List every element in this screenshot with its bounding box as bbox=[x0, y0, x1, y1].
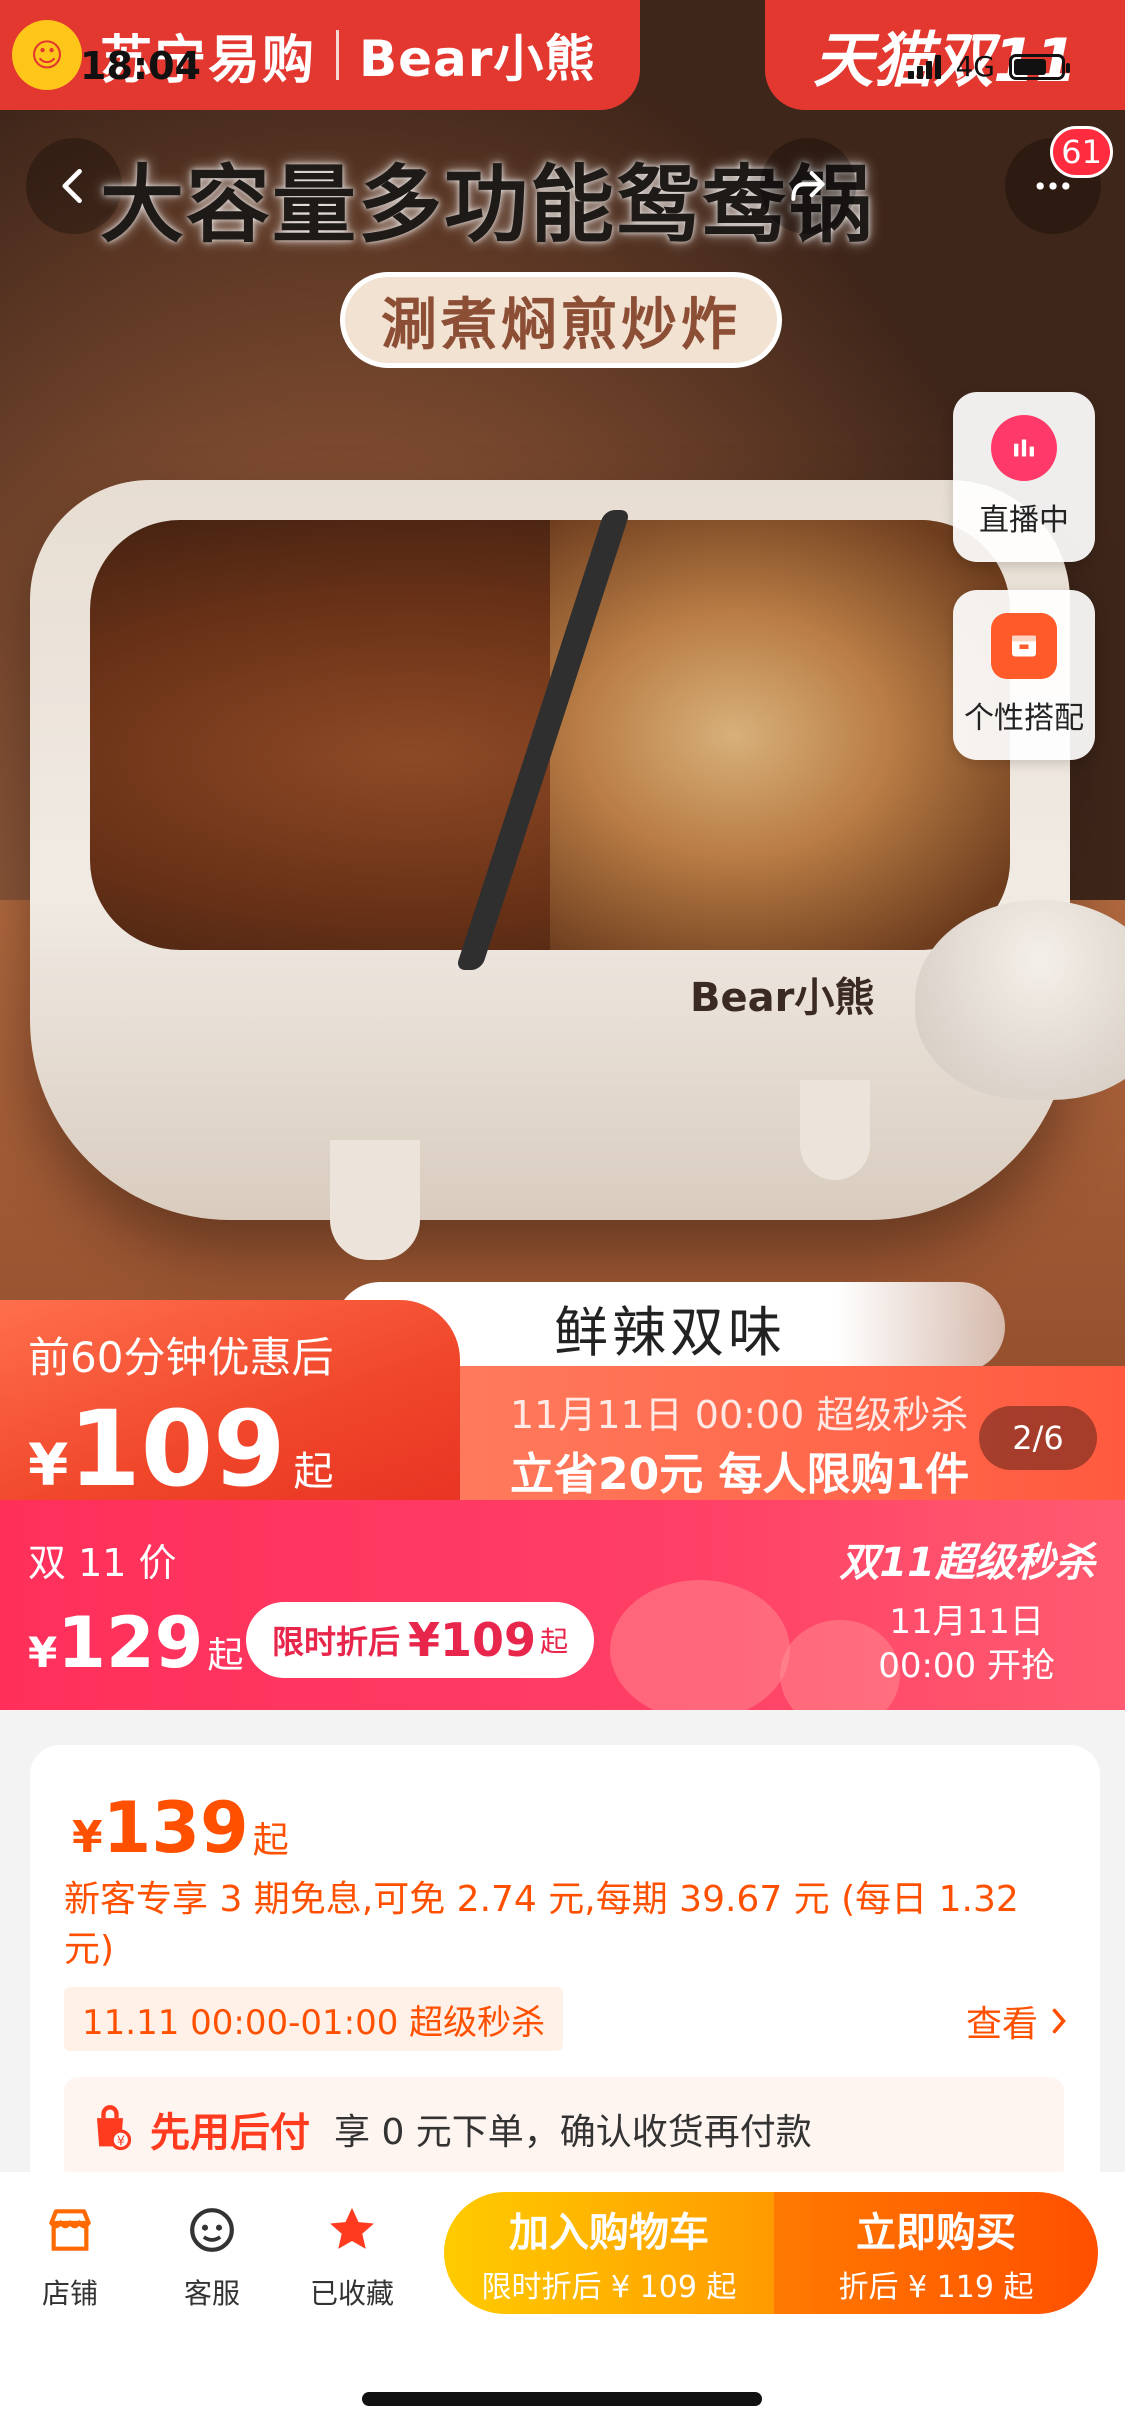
add-cart-sub: 限时折后 ¥ 109 起 bbox=[481, 2270, 737, 2305]
decor bbox=[610, 1580, 790, 1710]
status-time: 18:04 bbox=[80, 44, 201, 88]
early-price: ¥109 起 bbox=[28, 1388, 333, 1510]
d11-date: 11月11日 bbox=[889, 1602, 1044, 1642]
buy-label: 立即购买 bbox=[856, 2210, 1016, 2256]
view-link[interactable]: 查看 bbox=[966, 1995, 1070, 2047]
chevron-right-icon bbox=[1052, 2008, 1066, 2034]
pot-foot bbox=[800, 1080, 870, 1180]
price-value: 139 bbox=[102, 1787, 249, 1869]
d11-flash-title: 双11超级秒杀 bbox=[839, 1540, 1095, 1586]
product-page: Bear小熊 ☺ 苏宁易购 Bear小熊 天猫双11 18:04 4G 大容量多… bbox=[0, 0, 1125, 2436]
installment-info[interactable]: 新客专享 3 期免息,可免 2.74 元,每期 39.67 元 (每日 1.32… bbox=[64, 1875, 1024, 1975]
signal-icon bbox=[908, 54, 942, 79]
cooking-modes-pill: 涮煮焖煎炒炸 bbox=[340, 272, 782, 368]
match-icon bbox=[991, 613, 1057, 679]
network-label: 4G bbox=[955, 50, 995, 83]
price-suffix: 起 bbox=[540, 1625, 569, 1658]
add-cart-label: 加入购物车 bbox=[509, 2210, 709, 2256]
share-button[interactable] bbox=[760, 138, 856, 234]
pot-interior bbox=[90, 510, 1010, 970]
price-value: 129 bbox=[57, 1602, 204, 1684]
star-icon bbox=[330, 2207, 374, 2249]
live-button[interactable]: 直播中 bbox=[953, 392, 1095, 562]
match-label: 个性搭配 bbox=[964, 701, 1084, 736]
limited-discount-pill: 限时折后 ¥109 起 bbox=[246, 1602, 595, 1678]
buy-sub: 折后 ¥ 119 起 bbox=[838, 2270, 1034, 2305]
battery-icon bbox=[1009, 53, 1070, 80]
share-icon bbox=[791, 171, 825, 201]
status-indicators: 4G bbox=[908, 50, 1070, 83]
store-icon bbox=[49, 2209, 91, 2251]
price-card: ¥139 起 新客专享 3 期免息,可免 2.74 元,每期 39.67 元 (每… bbox=[30, 1745, 1100, 2205]
pay-later-title: 先用后付 bbox=[150, 2110, 310, 2156]
currency-symbol: ¥ bbox=[28, 1628, 58, 1677]
pill-label: 限时折后 bbox=[272, 1623, 401, 1661]
service-icon bbox=[190, 2208, 234, 2252]
d11-time: 00:00 开抢 bbox=[878, 1646, 1055, 1686]
flash-sale-time: 11月11日 00:00 超级秒杀 bbox=[510, 1393, 969, 1437]
store-label: 店铺 bbox=[41, 2277, 98, 2310]
service-label: 客服 bbox=[183, 2277, 240, 2310]
svg-text:¥: ¥ bbox=[117, 2134, 125, 2149]
pay-later-banner[interactable]: ¥ 先用后付 享 0 元下单，确认收货再付款 bbox=[64, 2077, 1064, 2181]
divider bbox=[336, 30, 340, 80]
paylater-icon: ¥ bbox=[97, 2105, 132, 2151]
pot-right-half bbox=[550, 520, 1010, 950]
suning-logo-icon: ☺ bbox=[12, 20, 82, 90]
favorite-label: 已收藏 bbox=[309, 2277, 394, 2310]
price-suffix: 起 bbox=[207, 1635, 244, 1676]
price-value: 109 bbox=[440, 1613, 537, 1667]
price-suffix: 起 bbox=[252, 1820, 289, 1861]
match-button[interactable]: 个性搭配 bbox=[953, 590, 1095, 760]
home-indicator[interactable] bbox=[362, 2392, 762, 2406]
product-brand-mark: Bear小熊 bbox=[690, 975, 875, 1021]
price-suffix: 起 bbox=[293, 1449, 334, 1495]
brand-name: Bear小熊 bbox=[359, 30, 596, 88]
regular-price: ¥139 起 bbox=[72, 1787, 289, 1869]
d11-price: ¥129 起 bbox=[28, 1602, 243, 1684]
price-value: 109 bbox=[68, 1388, 286, 1510]
live-icon bbox=[991, 415, 1057, 481]
image-page-indicator: 2/6 bbox=[979, 1406, 1097, 1470]
currency-symbol: ¥ bbox=[72, 1812, 103, 1863]
store-tab[interactable]: 店铺 bbox=[10, 2202, 130, 2312]
favorite-tab[interactable]: 已收藏 bbox=[292, 2202, 412, 2312]
back-icon bbox=[62, 168, 82, 204]
currency-symbol: ¥ bbox=[28, 1431, 69, 1499]
buy-now-button[interactable]: 立即购买 折后 ¥ 119 起 bbox=[774, 2192, 1098, 2314]
flash-sale-limit: 立省20元 每人限购1件 bbox=[510, 1449, 970, 1500]
d11-price-label: 双 11 价 bbox=[28, 1541, 177, 1585]
early-price-label: 前60分钟优惠后 bbox=[28, 1333, 334, 1382]
view-label: 查看 bbox=[965, 2004, 1038, 2045]
double11-banner: 双 11 价 ¥129 起 限时折后 ¥109 起 双11超级秒杀 11月11日 … bbox=[0, 1500, 1125, 1710]
cart-count-badge[interactable]: 61 bbox=[1050, 126, 1113, 178]
d11-start-time: 11月11日 00:00 开抢 bbox=[878, 1600, 1055, 1688]
service-tab[interactable]: 客服 bbox=[152, 2202, 272, 2312]
flash-sale-tag: 11.11 00:00-01:00 超级秒杀 bbox=[64, 1987, 564, 2051]
add-to-cart-button[interactable]: 加入购物车 限时折后 ¥ 109 起 bbox=[444, 2192, 774, 2314]
live-label: 直播中 bbox=[979, 503, 1069, 538]
hero-headline: 大容量多功能鸳鸯锅 bbox=[100, 156, 875, 254]
pot-foot bbox=[330, 1140, 420, 1260]
early-price-block: 前60分钟优惠后 ¥109 起 bbox=[0, 1300, 460, 1510]
currency-symbol: ¥ bbox=[408, 1613, 441, 1667]
hotpot bbox=[30, 480, 1070, 1220]
pay-later-desc: 享 0 元下单，确认收货再付款 bbox=[334, 2112, 812, 2153]
